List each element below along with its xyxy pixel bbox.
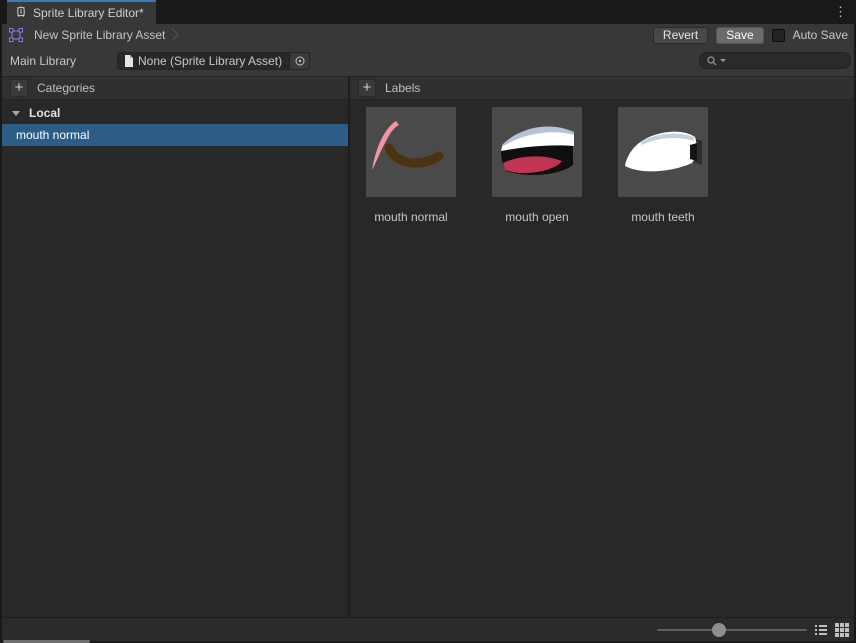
main-library-object-field[interactable]: None (Sprite Library Asset) xyxy=(117,52,310,70)
search-input[interactable] xyxy=(728,53,844,68)
tab-title: Sprite Library Editor* xyxy=(33,6,144,20)
labels-title: Labels xyxy=(385,81,421,95)
bottom-bar xyxy=(2,617,854,641)
thumbnail-size-slider-handle[interactable] xyxy=(711,622,726,637)
label-item-mouth-teeth[interactable]: mouth teeth xyxy=(618,107,708,224)
toolbar-right-group: Revert Save Auto Save xyxy=(652,26,848,44)
sprite-thumbnail-mouth-teeth xyxy=(618,107,708,197)
sprite-library-asset-icon xyxy=(8,27,24,43)
sprite-name: mouth normal xyxy=(374,210,448,224)
categories-list: Local mouth normal xyxy=(2,100,348,617)
search-icon xyxy=(706,55,718,67)
sprite-thumbnail-mouth-open xyxy=(492,107,582,197)
sprite-name: mouth teeth xyxy=(631,210,695,224)
label-item-mouth-normal[interactable]: mouth normal xyxy=(366,107,456,224)
foldout-label: Local xyxy=(29,106,61,120)
object-field-value: None (Sprite Library Asset) xyxy=(138,54,283,68)
editor-body: New Sprite Library Asset Revert Save Aut… xyxy=(2,24,854,641)
grid-view-button[interactable] xyxy=(834,622,850,638)
thumbnail-size-slider[interactable] xyxy=(657,618,807,641)
add-category-button[interactable]: + xyxy=(10,79,28,97)
auto-save-label: Auto Save xyxy=(792,28,848,42)
sprite-thumbnail-mouth-normal xyxy=(366,107,456,197)
main-library-row: Main Library None (Sprite Library Asset) xyxy=(2,46,854,76)
auto-save-checkbox[interactable] xyxy=(771,28,785,42)
main-library-label: Main Library xyxy=(10,54,77,68)
search-field[interactable] xyxy=(699,52,851,69)
tab-sprite-library-editor[interactable]: Sprite Library Editor* xyxy=(7,0,156,24)
toolbar: New Sprite Library Asset Revert Save Aut… xyxy=(2,24,854,46)
breadcrumb-label: New Sprite Library Asset xyxy=(34,28,166,42)
sprite-name: mouth open xyxy=(505,210,569,224)
category-name: mouth normal xyxy=(16,128,90,142)
asset-document-icon xyxy=(124,55,134,67)
categories-title: Categories xyxy=(37,81,96,95)
list-view-icon xyxy=(815,625,827,635)
label-item-mouth-open[interactable]: mouth open xyxy=(492,107,582,224)
breadcrumb-new-sprite-library-asset[interactable]: New Sprite Library Asset xyxy=(32,25,179,45)
categories-header: + Categories xyxy=(2,77,348,100)
add-label-button[interactable]: + xyxy=(358,79,376,97)
revert-button[interactable]: Revert xyxy=(652,26,709,44)
foldout-triangle-icon xyxy=(12,110,20,116)
save-button[interactable]: Save xyxy=(716,26,764,44)
kebab-menu-icon[interactable]: ⋮ xyxy=(831,3,850,21)
labels-panel: + Labels mouth normal mouth open mouth t… xyxy=(350,77,854,617)
category-row-mouth-normal[interactable]: mouth normal xyxy=(2,124,348,146)
grid-view-icon xyxy=(835,623,849,637)
categories-panel: + Categories Local mouth normal xyxy=(2,77,350,617)
foldout-local[interactable]: Local xyxy=(2,102,348,124)
labels-grid-body: mouth normal mouth open mouth teeth xyxy=(350,100,854,617)
panels: + Categories Local mouth normal + Labels… xyxy=(2,76,854,617)
labels-grid: mouth normal mouth open mouth teeth xyxy=(350,100,854,224)
sprite-library-editor-window: Sprite Library Editor* ⋮ New Sprite Libr… xyxy=(0,0,856,643)
tab-bar: Sprite Library Editor* ⋮ xyxy=(0,0,856,24)
search-filter-caret-icon[interactable] xyxy=(720,59,726,62)
object-picker-icon[interactable] xyxy=(289,53,309,69)
sprite-library-icon xyxy=(14,5,28,22)
slider-track[interactable] xyxy=(657,628,807,631)
list-view-button[interactable] xyxy=(813,622,829,638)
labels-header: + Labels xyxy=(350,77,854,100)
